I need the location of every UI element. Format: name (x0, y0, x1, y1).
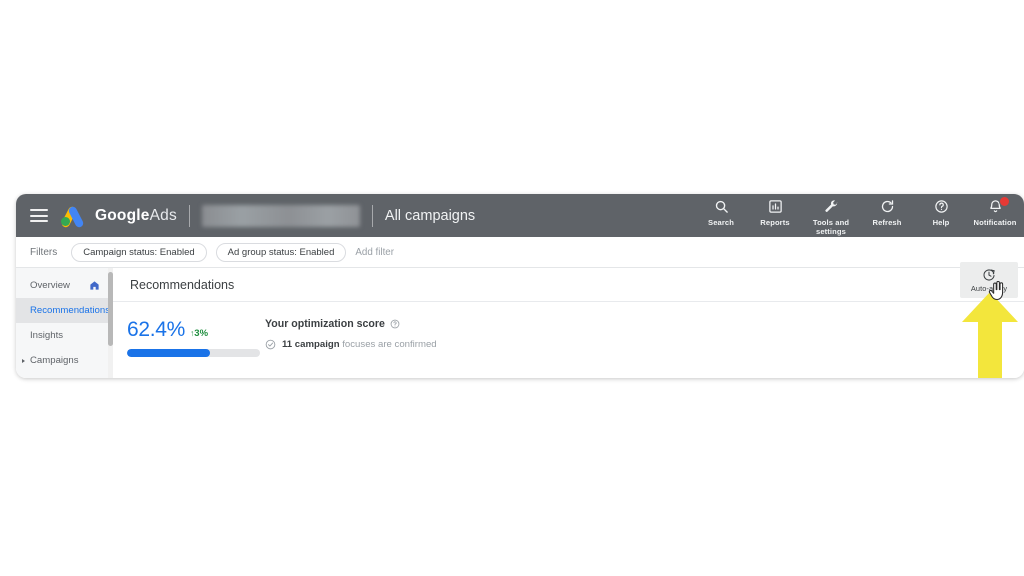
optimization-status-row: 11 campaign focuses are confirmed (265, 339, 437, 350)
wrench-icon (824, 198, 839, 215)
filters-label: Filters (30, 246, 58, 258)
top-app-bar: GoogleAds All campaigns Search Reports T… (16, 194, 1024, 237)
search-icon (714, 198, 729, 215)
logo-green-dot (61, 216, 70, 226)
page-scope-label: All campaigns (384, 207, 476, 224)
notification-badge (999, 196, 1010, 207)
optimization-status-text: 11 campaign focuses are confirmed (282, 339, 437, 350)
scope-divider (371, 204, 373, 227)
bar-chart-icon (768, 198, 783, 215)
progress-fill (127, 349, 210, 357)
topbar-help-button[interactable]: Help (914, 198, 968, 227)
sidebar-item-insights[interactable]: Insights (16, 323, 108, 348)
topbar-tools-settings-label: Tools and settings (812, 218, 850, 236)
sidebar-item-insights-label: Insights (30, 330, 64, 341)
main-content: Recommendations Auto-apply 62.4% ↑3% You… (113, 262, 1024, 378)
brand-divider (188, 204, 190, 227)
sidebar-item-campaigns[interactable]: Campaigns (16, 348, 108, 373)
optimization-score-delta: ↑3% (190, 328, 208, 339)
sidebar-item-recommendations[interactable]: Recommendations (16, 298, 110, 323)
help-circle-icon[interactable] (390, 319, 400, 329)
delta-value: 3% (194, 328, 209, 339)
filter-chip-campaign-status[interactable]: Campaign status: Enabled (71, 242, 207, 262)
add-filter-button[interactable]: Add filter (355, 247, 394, 258)
left-sidebar: Overview Recommendations Insights Campai… (16, 268, 110, 378)
brand-title: GoogleAds (95, 207, 177, 225)
check-circle-icon (265, 339, 276, 350)
topbar-search-button[interactable]: Search (694, 198, 748, 227)
optimization-title: Your optimization score (265, 318, 385, 330)
auto-apply-button[interactable]: Auto-apply (960, 262, 1018, 298)
google-ads-app-window: GoogleAds All campaigns Search Reports T… (16, 194, 1024, 378)
auto-apply-label: Auto-apply (970, 283, 1008, 293)
page-title: Recommendations (130, 277, 235, 292)
content-header: Recommendations Auto-apply (113, 262, 1024, 302)
sidebar-item-recommendations-label: Recommendations (30, 305, 110, 316)
topbar-reports-label: Reports (760, 218, 790, 227)
optimization-score-progress (127, 349, 260, 357)
hamburger-menu-icon[interactable] (30, 209, 48, 222)
optimization-status-rest: focuses are confirmed (339, 339, 437, 350)
topbar-actions: Search Reports Tools and settings Refres… (694, 194, 1024, 237)
app-body: Overview Recommendations Insights Campai… (16, 262, 1024, 378)
score-headline: 62.4% ↑3% (127, 318, 260, 342)
brand-google: Google (95, 206, 150, 224)
filter-bar: Filters Campaign status: Enabled Ad grou… (16, 237, 1024, 268)
account-name-redacted (201, 204, 360, 227)
topbar-tools-settings-button[interactable]: Tools and settings (802, 198, 860, 236)
topbar-refresh-button[interactable]: Refresh (860, 198, 914, 227)
home-icon (89, 280, 100, 291)
screen-root: GoogleAds All campaigns Search Reports T… (0, 0, 1024, 576)
topbar-refresh-label: Refresh (872, 218, 902, 227)
topbar-help-label: Help (932, 218, 950, 227)
optimization-status-strong: 11 campaign (282, 339, 340, 350)
topbar-search-label: Search (708, 218, 734, 227)
optimization-score-row: 62.4% ↑3% Your optimization score 11 cam… (113, 302, 1024, 357)
sidebar-item-campaigns-label: Campaigns (30, 355, 79, 366)
filter-chip-ad-group-status[interactable]: Ad group status: Enabled (215, 242, 347, 262)
topbar-notifications-label: Notification (973, 218, 1017, 227)
google-ads-logo-icon (60, 204, 86, 229)
refresh-icon (880, 198, 895, 215)
score-block: 62.4% ↑3% (113, 318, 260, 357)
brand-ads: Ads (149, 206, 177, 224)
optimization-score-value: 62.4% (127, 318, 186, 341)
sidebar-item-overview-label: Overview (30, 280, 70, 291)
clock-auto-apply-icon (982, 268, 996, 282)
topbar-notifications-button[interactable]: Notification (968, 196, 1022, 227)
chevron-right-icon (22, 358, 25, 363)
optimization-title-row: Your optimization score (265, 318, 437, 330)
help-circle-icon (934, 198, 949, 215)
optimization-details: Your optimization score 11 campaign focu… (260, 318, 437, 357)
sidebar-item-overview[interactable]: Overview (16, 273, 108, 298)
topbar-reports-button[interactable]: Reports (748, 198, 802, 227)
